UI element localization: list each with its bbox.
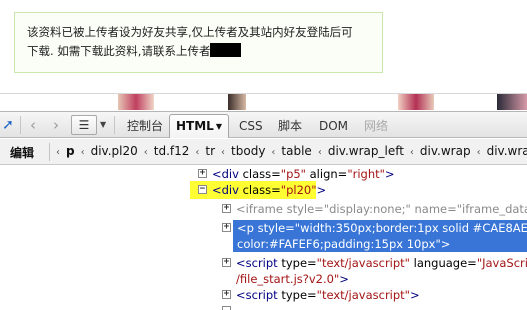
- chevron-left-icon: ‹: [143, 147, 148, 158]
- attr-name: align=: [305, 167, 348, 181]
- tree-node-iframe[interactable]: <iframe style="display:none;" name="ifra…: [236, 201, 527, 217]
- tab-console[interactable]: 控制台: [127, 117, 163, 135]
- toolbar-divider: [114, 116, 115, 134]
- page-thumbnail: [228, 94, 246, 110]
- tag-close: >: [316, 183, 327, 197]
- share-notice-box: 该资料已被上传者设为好友共享,仅上传者及其站内好友登陆后可 下载. 如需下载此资…: [14, 12, 383, 73]
- page-thumbnail: [118, 94, 154, 110]
- tag-name: <iframe: [236, 202, 283, 216]
- breadcrumb-list: ‹ p ‹ div.pl20 ‹ td.f12 ‹ tr ‹ tbody ‹ table ‹ div.wr…: [56, 144, 527, 158]
- chevron-left-icon: ‹: [80, 147, 85, 158]
- notice-line-2: 下载. 如需下载此资料,请联系上传者: [27, 42, 372, 61]
- hamburger-menu-icon[interactable]: ☰: [71, 115, 97, 135]
- attr-value: "text/javascript": [316, 288, 410, 302]
- tab-script[interactable]: 脚本: [278, 117, 302, 135]
- tab-dom[interactable]: DOM: [319, 117, 348, 135]
- tab-html[interactable]: HTML ▼: [169, 114, 229, 138]
- tag-close: >: [409, 288, 420, 302]
- breadcrumb-item[interactable]: tr: [205, 144, 215, 158]
- expand-toggle-icon[interactable]: +: [222, 258, 231, 267]
- html-tree-panel: + <div class="p5" align="right"> − <div …: [0, 166, 527, 310]
- breadcrumb-item[interactable]: tbody: [231, 144, 265, 158]
- attr-value: /file_start.js?v2.0": [236, 272, 340, 286]
- breadcrumb: 编辑 ‹ p ‹ div.pl20 ‹ td.f12 ‹ tr ‹ tbody ‹ table ‹ div…: [0, 139, 527, 165]
- tree-node-div-p5[interactable]: <div class="p5" align="right">: [212, 166, 395, 182]
- breadcrumb-item[interactable]: div.wrap: [420, 144, 471, 158]
- attr-value: "p5": [280, 167, 306, 181]
- attr-value: "text/javascript": [316, 256, 410, 270]
- chevron-left-icon: ‹: [195, 147, 200, 158]
- page-thumbnail: [497, 94, 527, 110]
- chevron-right-icon[interactable]: ›: [48, 116, 64, 134]
- notice-line-1: 该资料已被上传者设为好友共享,仅上传者及其站内好友登陆后可: [27, 25, 353, 39]
- inspect-arrow-icon[interactable]: ➚: [0, 117, 16, 133]
- chevron-left-icon: ‹: [271, 147, 276, 158]
- chevron-left-icon: ‹: [317, 147, 322, 158]
- edit-button[interactable]: 编辑: [10, 144, 34, 161]
- expand-toggle-icon[interactable]: +: [222, 204, 231, 213]
- attr-value: "iframe_data": [456, 202, 527, 216]
- chevron-left-icon[interactable]: ‹: [25, 116, 41, 134]
- attr-name: language=: [409, 256, 477, 270]
- devtools-toolbar: ➚ ‹ › ☰ ▼ 控制台 HTML ▼ CSS 脚本 DOM 网络: [0, 111, 527, 138]
- tab-html-label: HTML: [176, 119, 214, 133]
- notice-line-2-text: 下载. 如需下载此资料,请联系上传者: [27, 44, 211, 58]
- chevron-left-icon: ‹: [476, 147, 481, 158]
- breadcrumb-item[interactable]: table: [281, 144, 311, 158]
- tab-css[interactable]: CSS: [239, 117, 263, 135]
- tree-node-script-src-cont: /file_start.js?v2.0">: [236, 271, 349, 287]
- chevron-left-icon: ‹: [409, 147, 414, 158]
- attr-value: "display:none;": [323, 202, 411, 216]
- redacted-username: [210, 43, 242, 57]
- breadcrumb-item[interactable]: div.wrap_left: [328, 144, 404, 158]
- breadcrumb-item[interactable]: p: [66, 144, 75, 158]
- attr-value: "right": [347, 167, 385, 181]
- tag-close: >: [384, 167, 395, 181]
- toolbar-divider: [49, 143, 50, 161]
- expand-toggle-icon[interactable]: +: [222, 290, 231, 299]
- page-content-strip: [0, 93, 527, 110]
- selected-node-line-2: color:#FAFEF6;padding:15px 10px">: [237, 237, 451, 251]
- tag-name: <div: [212, 183, 239, 197]
- attr-name: style=: [282, 202, 324, 216]
- expand-toggle-icon[interactable]: +: [222, 223, 231, 232]
- chevron-down-icon[interactable]: ▼: [100, 120, 106, 129]
- attr-name: type=: [277, 288, 317, 302]
- tag-name: <script: [236, 288, 278, 302]
- page-thumbnail: [398, 94, 434, 110]
- collapse-toggle-icon[interactable]: −: [198, 185, 207, 194]
- tag-name: <div: [212, 167, 239, 181]
- attr-name: name=: [410, 202, 457, 216]
- tree-node-p-selected[interactable]: <p style="width:350px;border:1px solid #…: [233, 220, 527, 252]
- attr-value: "pl20": [280, 183, 317, 197]
- attr-value: "JavaScript": [476, 256, 527, 270]
- chevron-down-icon[interactable]: ▼: [216, 122, 222, 131]
- breadcrumb-item[interactable]: div.wra: [487, 144, 527, 158]
- tree-node-div-pl20[interactable]: <div class="pl20">: [212, 182, 326, 198]
- expand-toggle-icon[interactable]: +: [198, 169, 207, 178]
- attr-name: class=: [238, 167, 281, 181]
- chevron-left-icon: ‹: [221, 147, 226, 158]
- breadcrumb-item[interactable]: div.pl20: [91, 144, 138, 158]
- tag-name: <script: [236, 256, 278, 270]
- attr-name: type=: [277, 256, 317, 270]
- tab-net[interactable]: 网络: [364, 117, 388, 135]
- expand-toggle-icon[interactable]: [222, 306, 231, 310]
- chevron-left-icon[interactable]: ‹: [56, 147, 60, 158]
- tree-node-script-src[interactable]: <script type="text/javascript" language=…: [236, 255, 527, 271]
- tree-node-script[interactable]: <script type="text/javascript">: [236, 287, 420, 303]
- selected-node-line-1: <p style="width:350px;border:1px solid #…: [237, 221, 527, 235]
- toolbar-divider: [20, 116, 21, 134]
- attr-name: class=: [238, 183, 281, 197]
- tag-close: >: [339, 272, 349, 286]
- breadcrumb-item[interactable]: td.f12: [154, 144, 190, 158]
